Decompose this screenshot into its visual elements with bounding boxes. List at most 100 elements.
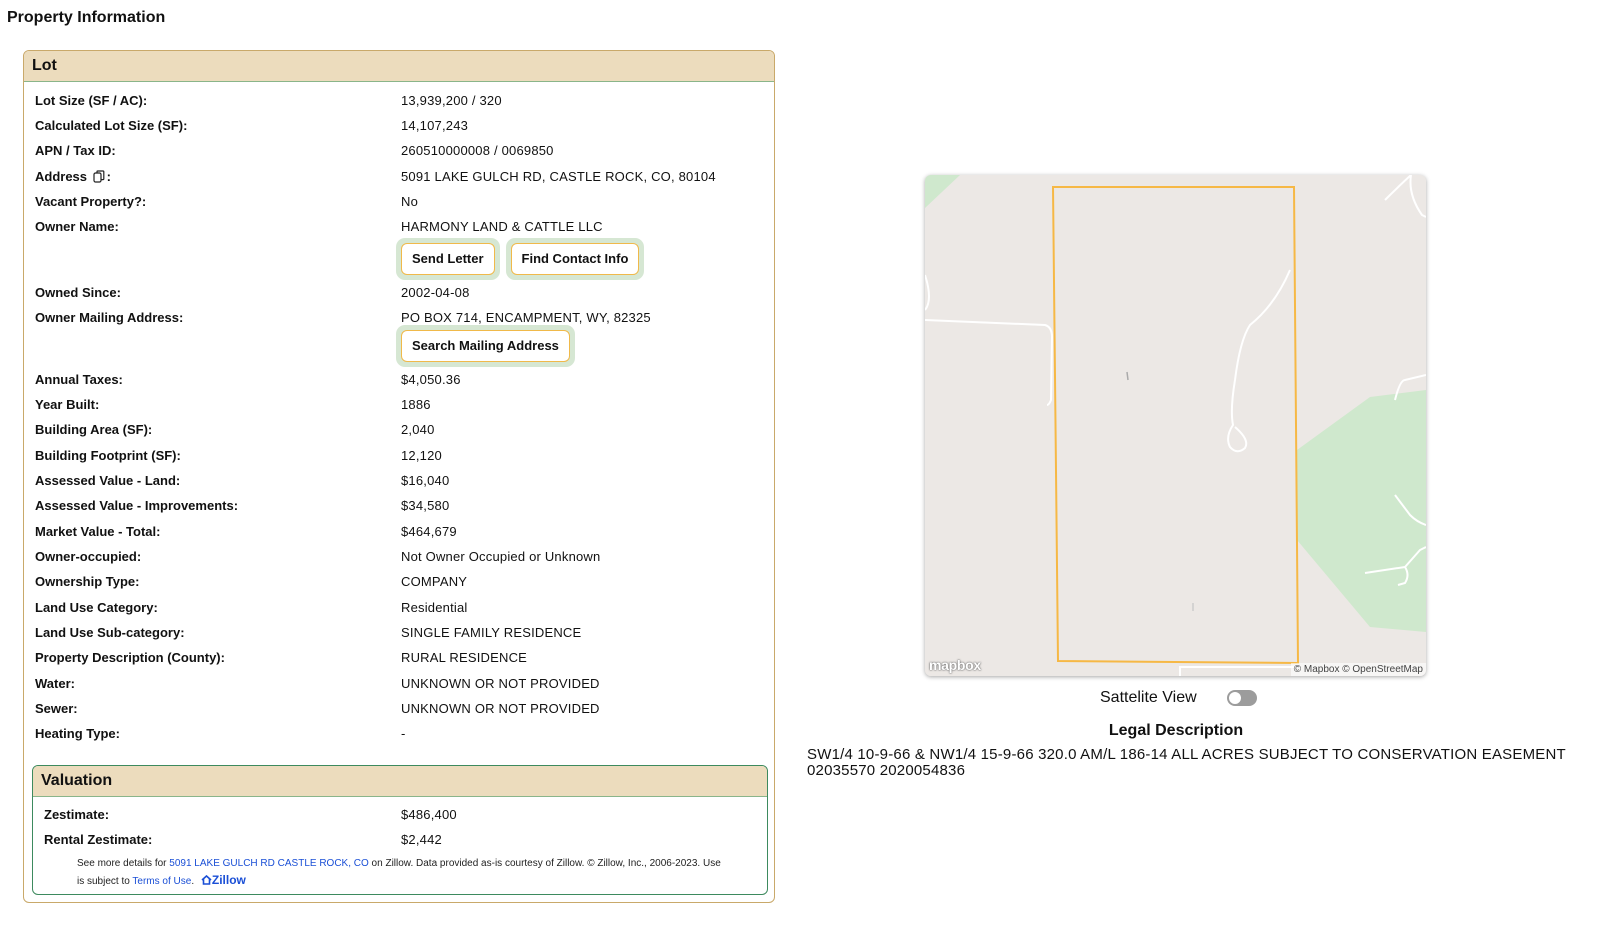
table-row: Year Built: 1886 xyxy=(35,395,774,415)
address-label-text: Address xyxy=(35,169,88,184)
row-value: 13,939,200 / 320 xyxy=(401,93,502,108)
row-label: Building Footprint (SF): xyxy=(35,448,181,463)
row-label: Assessed Value - Land: xyxy=(35,473,181,488)
map-feature xyxy=(1126,371,1129,381)
table-row: Building Footprint (SF): 12,120 xyxy=(35,446,774,466)
satellite-view-toggle[interactable] xyxy=(1226,690,1257,706)
send-letter-wrap: Send Letter xyxy=(396,238,500,280)
row-label: Address : xyxy=(35,167,111,187)
row-label: Heating Type: xyxy=(35,726,120,741)
row-value: 260510000008 / 0069850 xyxy=(401,143,554,158)
row-value: Residential xyxy=(401,600,468,615)
table-row: Land Use Category: Residential xyxy=(35,598,774,618)
table-row: Owner Name: HARMONY LAND & CATTLE LLC xyxy=(35,217,774,237)
row-label: Land Use Sub-category: xyxy=(35,625,185,640)
row-value: 2,040 xyxy=(401,422,435,437)
find-contact-info-button[interactable]: Find Contact Info xyxy=(510,243,640,275)
valuation-card: Valuation Zestimate: $486,400 Rental Zest… xyxy=(32,765,768,895)
valuation-card-header: Valuation xyxy=(33,766,767,797)
table-row: Lot Size (SF / AC): 13,939,200 / 320 xyxy=(35,91,774,111)
row-value: Not Owner Occupied or Unknown xyxy=(401,549,601,564)
mapbox-logo-icon[interactable]: mapbox xyxy=(929,657,981,673)
row-value: $4,050.36 xyxy=(401,372,461,387)
table-row: Land Use Sub-category: SINGLE FAMILY RESI… xyxy=(35,623,774,643)
table-row: Owner-occupied: Not Owner Occupied or Unk… xyxy=(35,547,774,567)
row-label: APN / Tax ID: xyxy=(35,143,116,158)
search-mailing-wrap: Search Mailing Address xyxy=(396,325,575,367)
zillow-logo-text: Zillow xyxy=(211,873,246,887)
row-value: UNKNOWN OR NOT PROVIDED xyxy=(401,676,600,691)
find-contact-wrap: Find Contact Info xyxy=(505,238,645,280)
row-value: $16,040 xyxy=(401,473,450,488)
table-row: Zestimate: $486,400 xyxy=(44,805,767,825)
zillow-disclaimer: See more details for 5091 LAKE GULCH RD … xyxy=(77,855,727,890)
page-title: Property Information xyxy=(7,9,166,26)
legal-description-text: SW1/4 10-9-66 & NW1/4 15-9-66 320.0 AM/L… xyxy=(807,746,1566,779)
send-letter-button[interactable]: Send Letter xyxy=(401,243,495,275)
row-value: 5091 LAKE GULCH RD, CASTLE ROCK, CO, 801… xyxy=(401,169,716,184)
row-value: $34,580 xyxy=(401,498,450,513)
terms-of-use-link[interactable]: Terms of Use xyxy=(132,876,191,887)
row-value: UNKNOWN OR NOT PROVIDED xyxy=(401,701,600,716)
row-value: $2,442 xyxy=(401,832,442,847)
zillow-note-prefix: See more details for xyxy=(77,858,170,869)
table-row: APN / Tax ID: 260510000008 / 0069850 xyxy=(35,141,774,161)
row-label: Property Description (County): xyxy=(35,650,225,665)
row-label: Vacant Property?: xyxy=(35,194,147,209)
table-row: Assessed Value - Land: $16,040 xyxy=(35,471,774,491)
table-row: Annual Taxes: $4,050.36 xyxy=(35,370,774,390)
row-value: $464,679 xyxy=(401,524,457,539)
row-label: Rental Zestimate: xyxy=(44,832,153,847)
table-row: Assessed Value - Improvements: $34,580 xyxy=(35,496,774,516)
zillow-address-link[interactable]: 5091 LAKE GULCH RD CASTLE ROCK, CO xyxy=(169,858,369,869)
row-value: SINGLE FAMILY RESIDENCE xyxy=(401,625,582,640)
parcel-map[interactable]: mapbox © Mapbox © OpenStreetMap xyxy=(925,175,1426,676)
mailing-actions: Search Mailing Address xyxy=(396,325,575,367)
zillow-logo-icon[interactable]: Zillow xyxy=(201,873,246,887)
row-label: Assessed Value - Improvements: xyxy=(35,498,239,513)
lot-card-header: Lot xyxy=(24,51,774,82)
row-label: Land Use Category: xyxy=(35,600,158,615)
owner-actions: Send Letter Find Contact Info xyxy=(396,238,645,280)
row-value: No xyxy=(401,194,419,209)
row-value: $486,400 xyxy=(401,807,457,822)
row-label: Annual Taxes: xyxy=(35,372,123,387)
satellite-toggle-row: Sattelite View xyxy=(1100,689,1257,707)
table-row: Heating Type: - xyxy=(35,724,774,744)
table-row: Address : 5091 LAKE GULCH RD, CASTLE ROC… xyxy=(35,167,774,187)
zillow-note-suffix: . xyxy=(191,876,195,887)
table-row: Sewer: UNKNOWN OR NOT PROVIDED xyxy=(35,699,774,719)
row-label: Sewer: xyxy=(35,701,78,716)
table-row: Building Area (SF): 2,040 xyxy=(35,420,774,440)
lot-card: Lot Lot Size (SF / AC): 13,939,200 / 320 … xyxy=(23,50,775,903)
table-row: Owned Since: 2002-04-08 xyxy=(35,283,774,303)
row-value: COMPANY xyxy=(401,574,468,589)
row-label: Building Area (SF): xyxy=(35,422,153,437)
row-label: Owner Mailing Address: xyxy=(35,310,184,325)
row-label: Ownership Type: xyxy=(35,574,140,589)
map-canvas xyxy=(925,175,1426,676)
table-row: Vacant Property?: No xyxy=(35,192,774,212)
row-value: 14,107,243 xyxy=(401,118,469,133)
row-label: Water: xyxy=(35,676,75,691)
table-row: Calculated Lot Size (SF): 14,107,243 xyxy=(35,116,774,136)
satellite-view-label: Sattelite View xyxy=(1100,689,1197,706)
address-label-colon: : xyxy=(106,169,111,184)
row-label: Owned Since: xyxy=(35,285,121,300)
search-mailing-address-button[interactable]: Search Mailing Address xyxy=(401,330,570,362)
copy-icon[interactable] xyxy=(93,169,105,183)
toggle-knob xyxy=(1228,692,1241,704)
row-label: Zestimate: xyxy=(44,807,110,822)
table-row: Water: UNKNOWN OR NOT PROVIDED xyxy=(35,674,774,694)
row-label: Market Value - Total: xyxy=(35,524,161,539)
legal-description-title: Legal Description xyxy=(1108,722,1244,739)
table-row: Rental Zestimate: $2,442 xyxy=(44,830,767,850)
row-label: Owner-occupied: xyxy=(35,549,142,564)
map-attribution[interactable]: © Mapbox © OpenStreetMap xyxy=(1290,663,1426,676)
table-row: Market Value - Total: $464,679 xyxy=(35,522,774,542)
mapbox-logo-text: mapbox xyxy=(929,657,981,673)
row-label: Owner Name: xyxy=(35,219,119,234)
row-value: 1886 xyxy=(401,397,431,412)
row-value: 2002-04-08 xyxy=(401,285,470,300)
row-value: RURAL RESIDENCE xyxy=(401,650,528,665)
